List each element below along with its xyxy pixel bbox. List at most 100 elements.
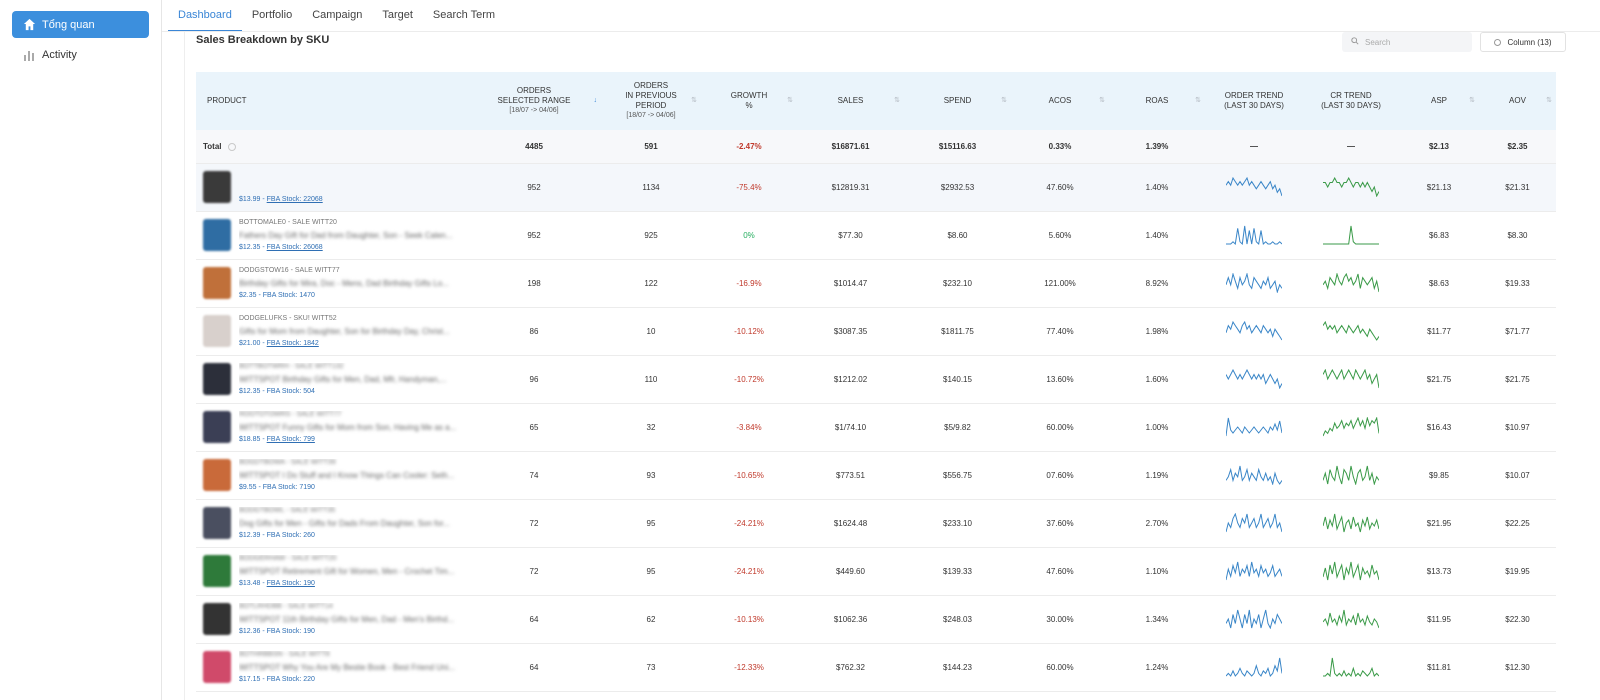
table-row[interactable]: ROOTOTOWRS - SALE WITT77 WITTSPOT Funny G… <box>196 403 1556 451</box>
product-title[interactable]: Birthday Gifts for Mira, Doc - Mens, Dad… <box>239 279 464 290</box>
product-thumbnail[interactable] <box>203 411 231 443</box>
col-growth[interactable]: GROWTH % ⇅ <box>701 72 797 130</box>
product-thumbnail[interactable] <box>203 603 231 635</box>
growth-cell: -75.4% <box>736 182 762 192</box>
sparkline-path <box>1323 321 1379 341</box>
sparkline-path <box>1226 177 1282 197</box>
col-spend[interactable]: SPEND ⇅ <box>904 72 1011 130</box>
sidebar-item-activity[interactable]: Activity <box>12 41 149 68</box>
column-button[interactable]: Column (13) <box>1480 32 1566 52</box>
fba-stock-link[interactable]: FBA Stock: 1842 <box>267 340 319 347</box>
table-row[interactable]: $13.99 - FBA Stock: 22068 952 1134 -75.4% $1… <box>196 163 1556 211</box>
acos-cell: 121.00% <box>1044 278 1076 288</box>
sku-table: PRODUCT ORDERS SELECTED RANGE [18/07 -> … <box>196 72 1556 692</box>
tab-dashboard[interactable]: Dashboard <box>168 0 242 32</box>
roas-cell: 1.00% <box>1145 422 1169 432</box>
sort-icon[interactable]: ⇅ <box>1546 96 1552 106</box>
fba-stock-link: FBA Stock: 1470 <box>262 292 315 299</box>
fba-stock-link[interactable]: FBA Stock: 799 <box>267 436 315 443</box>
tab-portfolio[interactable]: Portfolio <box>242 0 302 32</box>
sidebar-item-tong-quan[interactable]: Tổng quan <box>12 11 149 38</box>
table-row[interactable]: BOGDTBOWA - SALE WITT39 WITTSPOT I Do Stu… <box>196 451 1556 499</box>
product-thumbnail[interactable] <box>203 363 231 395</box>
sales-cell: $1624.48 <box>833 518 868 528</box>
home-icon <box>22 18 36 32</box>
sort-desc-icon[interactable]: ↓ <box>594 96 598 106</box>
table-row[interactable]: BOTTOMALE0 - SALE WITT20 Fathers Day Gift… <box>196 211 1556 259</box>
product-thumbnail[interactable] <box>203 507 231 539</box>
sales-cell: $3087.35 <box>833 326 868 336</box>
col-product[interactable]: PRODUCT <box>196 72 467 130</box>
table-row[interactable]: BOTTBOTWRH - SALE WITT132 WITTSPOT Birthd… <box>196 355 1556 403</box>
table-row[interactable]: DODGSTOW16 - SALE WITT77 Birthday Gifts f… <box>196 259 1556 307</box>
orders-cell: 65 <box>529 422 539 432</box>
product-thumbnail[interactable] <box>203 459 231 491</box>
sort-icon[interactable]: ⇅ <box>894 96 900 106</box>
col-acos[interactable]: ACOS ⇅ <box>1011 72 1109 130</box>
table-row[interactable]: BOTLRHDBB - SALE WITT14 WITTSPOT 11th Bir… <box>196 595 1556 643</box>
product-title[interactable]: Gifts for Mom from Daughter, Son for Bir… <box>239 327 464 338</box>
sparkline-path <box>1226 561 1282 581</box>
product-title[interactable]: WITTSPOT Why You Are My Bestie Book - Be… <box>239 663 464 674</box>
sort-icon[interactable]: ⇅ <box>1195 96 1201 106</box>
product-title[interactable]: WITTSPOT I Do Stuff and I Know Things Ca… <box>239 471 464 482</box>
asp-cell: $11.77 <box>1427 326 1451 336</box>
cr-trend-sparkline <box>1303 499 1399 547</box>
product-price-stock: $12.36 - FBA Stock: 190 <box>239 628 315 635</box>
product-title[interactable]: Fathers Day Gift for Dad from Daughter, … <box>239 231 464 242</box>
aov-cell: $71.77 <box>1505 326 1530 336</box>
search-input[interactable]: Search <box>1342 32 1472 52</box>
product-thumbnail[interactable] <box>203 219 231 251</box>
col-orders-previous[interactable]: ORDERS IN PREVIOUS PERIOD [18/07 -> 04/0… <box>601 72 701 130</box>
col-sales[interactable]: SALES ⇅ <box>797 72 904 130</box>
sort-icon[interactable]: ⇅ <box>1469 96 1475 106</box>
product-thumbnail[interactable] <box>203 267 231 299</box>
sales-cell: $449.60 <box>836 566 865 576</box>
order-trend-sparkline <box>1205 163 1303 211</box>
tab-campaign[interactable]: Campaign <box>302 0 372 32</box>
spend-cell: $1811.75 <box>941 326 974 336</box>
fba-stock-link[interactable]: FBA Stock: 26068 <box>267 244 323 251</box>
sort-icon[interactable]: ⇅ <box>1099 96 1105 106</box>
product-title[interactable]: WITTSPOT 11th Birthday Gifts for Men, Da… <box>239 615 464 626</box>
product-price: $12.35 <box>239 388 261 395</box>
table-row[interactable]: BODGERHAW - SALE WITT20 WITTSPOT Retireme… <box>196 547 1556 595</box>
sales-breakdown-card: Sales Breakdown by SKU Search Column (13… <box>184 32 1600 700</box>
product-thumbnail[interactable] <box>203 555 231 587</box>
orders-cell: 952 <box>527 230 541 240</box>
sort-icon[interactable]: ⇅ <box>787 96 793 106</box>
product-title[interactable]: WITTSPOT Funny Gifts for Mom from Son, H… <box>239 423 464 434</box>
sort-icon[interactable]: ⇅ <box>691 96 697 106</box>
roas-cell: 2.70% <box>1145 518 1169 528</box>
product-title[interactable]: WITTSPOT Birthday Gifts for Men, Dad, Mf… <box>239 375 464 386</box>
order-trend-sparkline <box>1205 259 1303 307</box>
growth-cell: -24.21% <box>734 566 764 576</box>
tab-target[interactable]: Target <box>372 0 423 32</box>
product-title[interactable]: WITTSPOT Retirement Gift for Women, Men … <box>239 567 464 578</box>
product-price-stock: $13.99 - FBA Stock: 22068 <box>239 196 323 203</box>
info-icon[interactable] <box>227 142 236 151</box>
product-sku: DODGSTOW16 - SALE WITT77 <box>239 267 340 274</box>
table-row[interactable]: BOTHRBBSN - SALE WITT8 WITTSPOT Why You A… <box>196 643 1556 691</box>
table-row[interactable]: DODGELUFKS - SKU! WITT52 Gifts for Mom fr… <box>196 307 1556 355</box>
fba-stock-link[interactable]: FBA Stock: 190 <box>267 580 315 587</box>
product-thumbnail[interactable] <box>203 651 231 683</box>
order-trend-sparkline <box>1205 643 1303 691</box>
aov-cell: $22.25 <box>1505 518 1530 528</box>
sort-icon[interactable]: ⇅ <box>1001 96 1007 106</box>
fba-stock-link[interactable]: FBA Stock: 22068 <box>267 196 323 203</box>
col-asp[interactable]: ASP ⇅ <box>1399 72 1479 130</box>
product-thumbnail[interactable] <box>203 315 231 347</box>
product-cell: $13.99 - FBA Stock: 22068 <box>196 163 467 211</box>
product-title[interactable]: Dog Gifts for Men - Gifts for Dads From … <box>239 519 464 530</box>
product-price-stock: $18.85 - FBA Stock: 799 <box>239 436 315 443</box>
sparkline-path <box>1323 369 1379 389</box>
col-orders-selected[interactable]: ORDERS SELECTED RANGE [18/07 -> 04/06] ↓ <box>467 72 601 130</box>
col-roas[interactable]: ROAS ⇅ <box>1109 72 1205 130</box>
table-row[interactable]: BODGTBOWL - SALE WITT35 Dog Gifts for Men… <box>196 499 1556 547</box>
col-aov[interactable]: AOV ⇅ <box>1479 72 1556 130</box>
product-thumbnail[interactable] <box>203 171 231 203</box>
product-title[interactable] <box>239 183 464 194</box>
sparkline-path <box>1226 513 1282 533</box>
tab-search-term[interactable]: Search Term <box>423 0 505 32</box>
